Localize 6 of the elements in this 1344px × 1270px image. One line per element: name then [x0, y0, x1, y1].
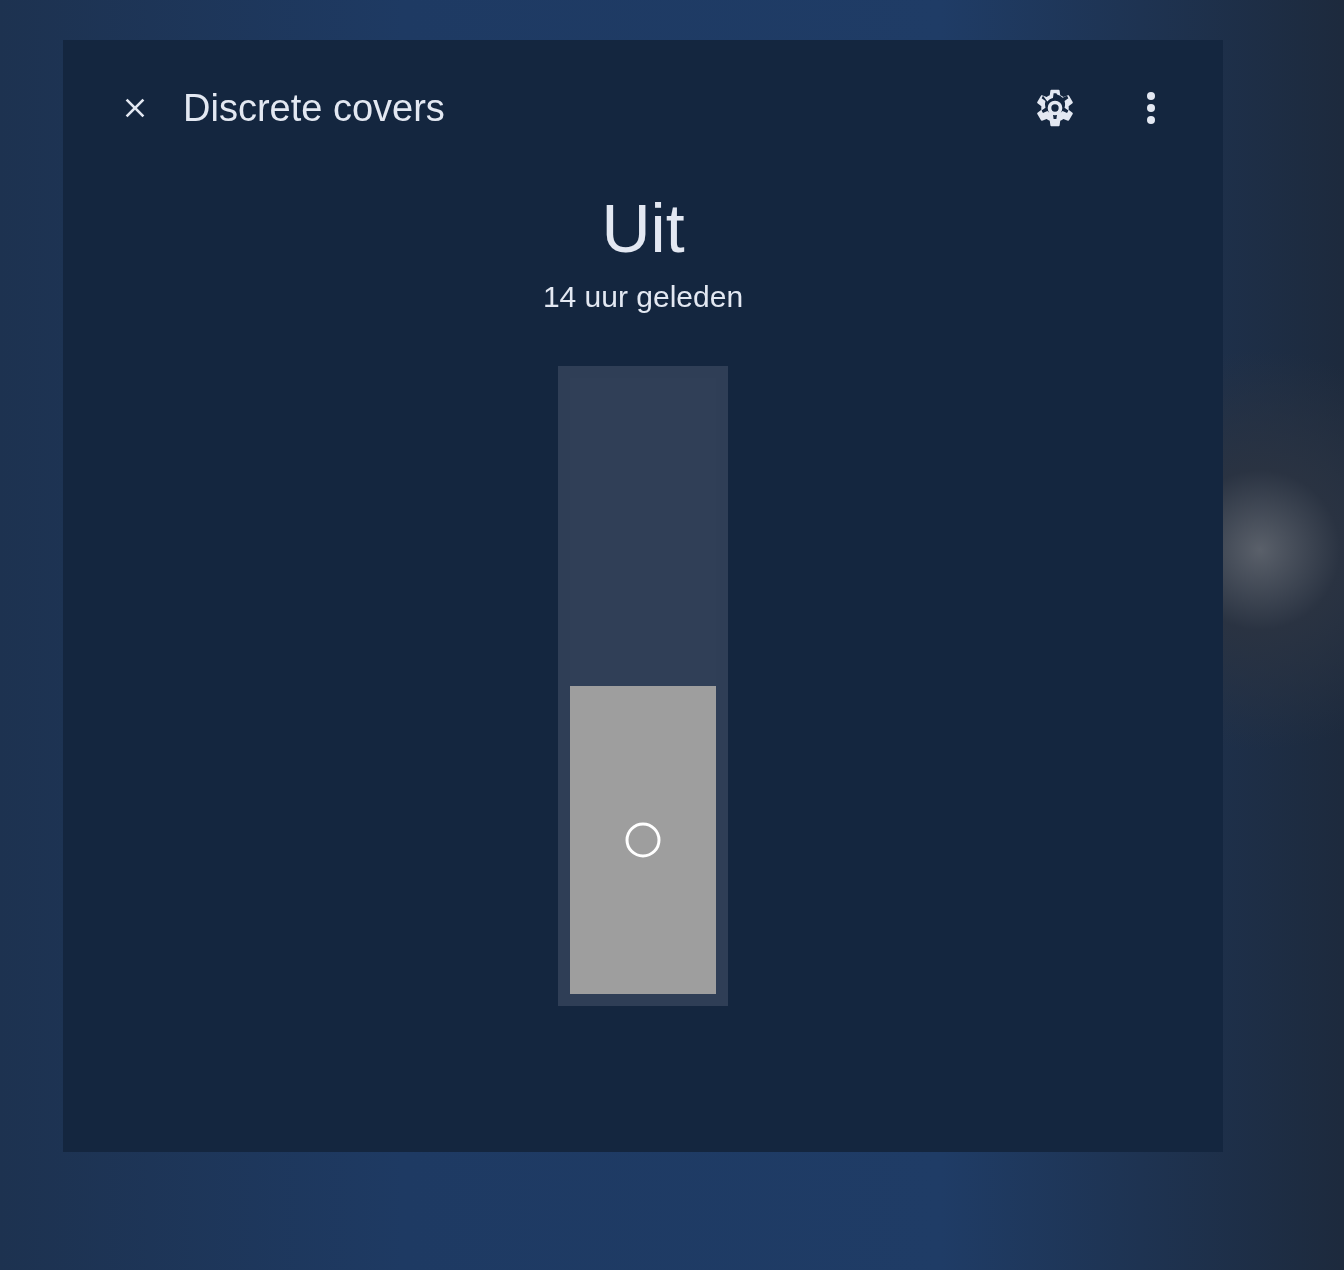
- more-icon: [1146, 91, 1156, 125]
- last-changed: 14 uur geleden: [542, 280, 744, 314]
- dialog-title: Discrete covers: [183, 86, 446, 130]
- position-slider[interactable]: [558, 366, 728, 1006]
- slider-thumb[interactable]: [624, 821, 662, 859]
- state-value: Uit: [601, 189, 685, 268]
